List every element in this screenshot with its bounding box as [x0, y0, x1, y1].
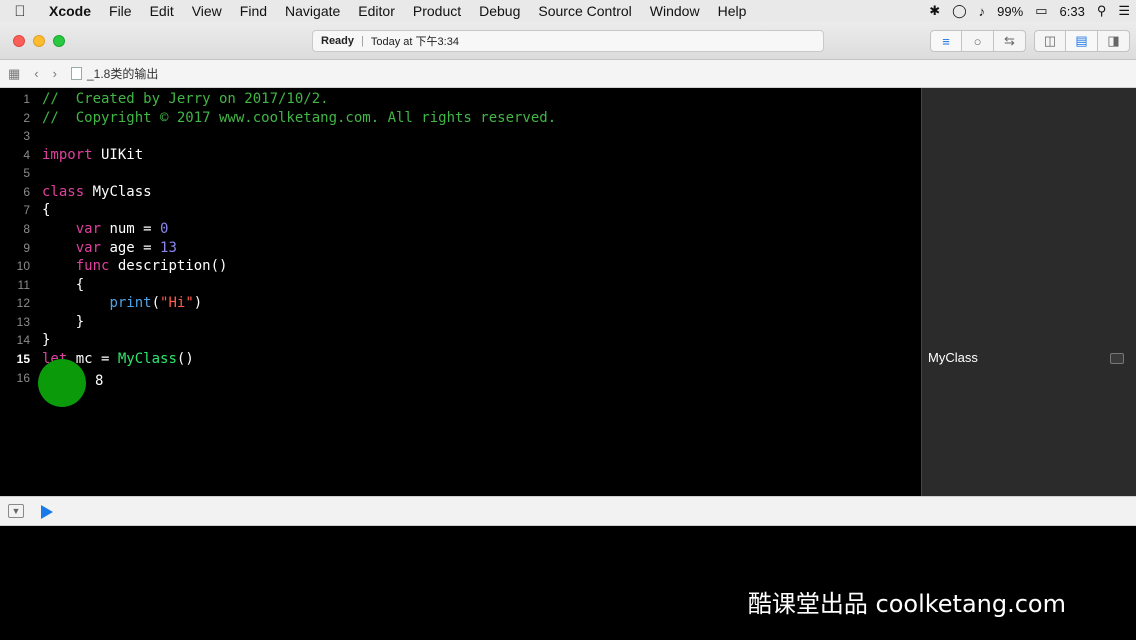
back-chevron-icon[interactable]: ‹ [20, 66, 38, 81]
line-number: 16 [16, 371, 30, 385]
line-number: 13 [16, 315, 30, 329]
menu-view[interactable]: View [183, 3, 231, 19]
menu-debug[interactable]: Debug [470, 3, 529, 19]
menu-help[interactable]: Help [709, 3, 756, 19]
bluetooth-icon[interactable]: ✱ [923, 3, 946, 19]
line-number: 8 [23, 222, 30, 236]
line-number-gutter: 1 2 3 4 5 6 7 8 9 10 11 12 13 14 15 16 [0, 88, 34, 496]
navigator-toggle-icon[interactable]: ◫ [1034, 30, 1066, 52]
panel-toggle-group: ◫ ▤ ◨ [1034, 30, 1130, 52]
forward-chevron-icon[interactable]: › [39, 66, 57, 81]
editor-mode-group: ≡ ○ ⇆ [930, 30, 1026, 52]
line-number: 4 [23, 148, 30, 162]
menu-bar:  Xcode File Edit View Find Navigate Edi… [0, 0, 1136, 22]
code-line-13: } [42, 314, 85, 330]
menu-window[interactable]: Window [641, 3, 709, 19]
line-number: 5 [23, 166, 30, 180]
close-window-button[interactable] [13, 35, 25, 47]
run-playground-icon[interactable] [41, 505, 53, 519]
status-separator: | [361, 35, 364, 47]
source-editor[interactable]: 1 2 3 4 5 6 7 8 9 10 11 12 13 14 15 16 /… [0, 88, 921, 496]
code-line-2: // Copyright © 2017 www.coolketang.com. … [42, 110, 557, 126]
code-line-1: // Created by Jerry on 2017/10/2. [42, 91, 329, 107]
typed-text: 8 [95, 373, 104, 389]
touch-indicator [38, 359, 86, 407]
playground-file-icon [70, 67, 82, 80]
status-timestamp: Today at 下午3:34 [370, 36, 459, 48]
apple-menu-icon[interactable]:  [0, 3, 40, 20]
code-line-12: print("Hi") [109, 295, 203, 311]
menu-find[interactable]: Find [231, 3, 276, 19]
line-number: 3 [23, 129, 30, 143]
line-number: 10 [16, 259, 30, 273]
code-line-7: { [42, 202, 51, 218]
line-number: 12 [16, 296, 30, 310]
menu-file[interactable]: File [100, 3, 141, 19]
playground-results-sidebar: MyClass [921, 88, 1136, 496]
line-number: 6 [23, 185, 30, 199]
code-line-14: } [42, 332, 51, 348]
assistant-editor-icon[interactable]: ○ [962, 30, 994, 52]
menu-editor[interactable]: Editor [349, 3, 404, 19]
zoom-window-button[interactable] [53, 35, 65, 47]
window-toolbar: Ready | Today at 下午3:34 ≡ ○ ⇆ ◫ ▤ ◨ [0, 22, 1136, 60]
minimize-window-button[interactable] [33, 35, 45, 47]
related-items-icon[interactable]: ▦ [0, 66, 20, 82]
code-line-6: class MyClass [42, 184, 152, 200]
debug-area-toggle-icon[interactable]: ▤ [1066, 30, 1098, 52]
hide-debug-area-icon[interactable]: ▼ [8, 504, 24, 518]
watermark: 酷课堂出品 coolketang.com [747, 590, 1066, 618]
utilities-toggle-icon[interactable]: ◨ [1098, 30, 1130, 52]
code-line-9: var age = 13 [75, 240, 177, 256]
line-number: 9 [23, 241, 30, 255]
line-number: 7 [23, 203, 30, 217]
code-line-10: func description() [75, 258, 228, 274]
line-number-current: 15 [16, 352, 30, 366]
line-number: 1 [23, 92, 30, 106]
spotlight-search-icon[interactable]: ⚲ [1091, 3, 1113, 19]
menu-edit[interactable]: Edit [141, 3, 183, 19]
console-area: 酷课堂出品 coolketang.com [0, 526, 1136, 640]
code-line-11: { [42, 277, 85, 293]
line-number: 11 [17, 278, 30, 292]
volume-icon[interactable]: ♪ [973, 4, 992, 19]
activity-status-bar: Ready | Today at 下午3:34 [312, 30, 824, 52]
code-line-8: var num = 0 [75, 221, 169, 237]
version-editor-icon[interactable]: ⇆ [994, 30, 1026, 52]
menu-product[interactable]: Product [404, 3, 470, 19]
result-line-15: MyClass [928, 350, 978, 365]
clock[interactable]: 6:33 [1054, 4, 1091, 19]
wifi-icon[interactable]: ◯ [946, 3, 973, 19]
menu-xcode[interactable]: Xcode [40, 3, 100, 19]
menu-source-control[interactable]: Source Control [529, 3, 640, 19]
line-number: 14 [16, 333, 30, 347]
line-number: 2 [23, 111, 30, 125]
battery-icon[interactable]: ▭ [1029, 3, 1053, 19]
breadcrumb-filename[interactable]: _1.8类的输出 [82, 65, 158, 82]
menu-navigate[interactable]: Navigate [276, 3, 349, 19]
notification-center-icon[interactable]: ☰ [1112, 3, 1136, 19]
status-ready: Ready [321, 35, 355, 47]
quick-look-icon[interactable] [1110, 353, 1124, 364]
standard-editor-icon[interactable]: ≡ [930, 30, 962, 52]
debug-bar: ▼ [0, 496, 1136, 526]
jump-bar: ▦ ‹ › _1.8类的输出 [0, 60, 1136, 88]
battery-percent[interactable]: 99% [991, 4, 1029, 19]
code-line-4: import UIKit [42, 147, 144, 163]
